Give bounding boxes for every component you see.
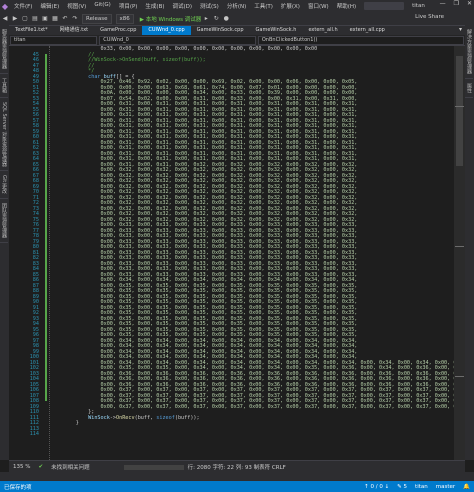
start-debugging-button[interactable]: ▶ 本地 Windows 调试器 <box>140 15 202 23</box>
window-controls: — ❐ ✕ <box>440 0 472 7</box>
attach-icon[interactable]: ▸ <box>203 15 210 22</box>
open-folder-icon[interactable]: ▤ <box>32 15 39 22</box>
horizontal-scrollbar[interactable] <box>123 464 184 470</box>
function-scope-dropdown[interactable]: OnBnClickedButton1() <box>257 35 464 45</box>
code-token: WinSock <box>88 414 110 421</box>
visual-studio-logo-icon: ◆ <box>1 1 9 11</box>
menu-item[interactable]: 生成(B) <box>141 2 168 10</box>
sql-server-explorer-tab[interactable]: SQL Server 对象资源管理器 <box>0 98 8 172</box>
right-tool-strip: 解决方案资源管理器 属性 <box>465 25 474 460</box>
menu-item[interactable]: 分析(N) <box>223 2 250 10</box>
scroll-marker <box>455 246 464 247</box>
menu-item[interactable]: 帮助(H) <box>333 2 360 10</box>
pending-changes[interactable]: ✎ 5 <box>397 484 407 490</box>
menu-item[interactable]: 编辑(E) <box>36 2 63 10</box>
tab-extern-all-h[interactable]: extern_all.h <box>302 26 343 35</box>
maximize-button[interactable]: ❐ <box>454 0 459 7</box>
notifications-icon[interactable]: 🔔 <box>463 484 470 490</box>
back-icon[interactable]: ◀ <box>2 15 9 22</box>
live-share-button[interactable]: Live Share <box>415 14 444 20</box>
menu-item[interactable]: 工具(T) <box>250 2 277 10</box>
code-editor[interactable]: 0x33, 0x00, 0x00, 0x00, 0x00, 0x00, 0x00… <box>9 46 454 460</box>
document-tabs: TextFile1.txt* 网络通信.txt GameProc.cpp CUIWnd… <box>9 26 465 35</box>
close-button[interactable]: ✕ <box>467 0 472 7</box>
server-explorer-tab[interactable]: 服务器资源管理器 <box>0 25 8 74</box>
tab-list-dropdown-icon[interactable]: ▾ <box>459 26 462 33</box>
platform-dropdown[interactable]: x86 <box>115 13 134 24</box>
class-scope-dropdown[interactable]: CUIWnd_0 <box>99 35 256 45</box>
menu-item[interactable]: 测试(S) <box>196 2 223 10</box>
code-token: sizeof <box>156 414 175 421</box>
cursor-position: 行: 2080 字符: 22 列: 93 制表符 CRLF <box>187 465 286 471</box>
panel-separator <box>0 472 474 481</box>
menu-bar: ◆ 文件(F) 编辑(E) 视图(V) Git(G) 项目(P) 生成(B) 调试(D) 测试… <box>0 0 474 12</box>
scroll-marker <box>455 376 464 377</box>
tab-gamewinsock-h[interactable]: GameWinSock.h <box>250 26 303 35</box>
breakpoint-icon[interactable]: ● <box>223 15 230 22</box>
tab-extern-all-cpp[interactable]: extern_all.cpp <box>344 26 391 35</box>
vertical-scrollbar[interactable] <box>454 46 465 460</box>
code-line[interactable]: 114 <box>9 431 454 438</box>
tab--txt[interactable]: 网络通信.txt <box>54 26 94 35</box>
toolbox-tab[interactable]: 工具箱 <box>0 74 8 98</box>
navigation-bar: titan CUIWnd_0 OnBnClickedButton1() <box>9 35 465 46</box>
hot-reload-icon[interactable]: ↻ <box>213 15 220 22</box>
code-token: } <box>51 420 79 426</box>
redo-icon[interactable]: ↷ <box>72 15 79 22</box>
git-changes-tab[interactable]: Git 更改 <box>0 171 8 200</box>
team-explorer-tab[interactable]: 团队资源管理器 <box>0 199 8 244</box>
properties-tab[interactable]: 属性 <box>465 79 473 98</box>
tab-gameproc-cpp[interactable]: GameProc.cpp <box>94 26 142 35</box>
configuration-dropdown[interactable]: Release <box>82 13 112 24</box>
branch-name[interactable]: master <box>436 484 455 490</box>
status-bar: 已保存的项 ↑ 0 / 0 ↓ ✎ 5 titan master 🔔 <box>0 481 474 492</box>
solution-explorer-tab[interactable]: 解决方案资源管理器 <box>465 25 473 79</box>
check-icon: ✔ <box>38 464 44 470</box>
code-token: (buff, <box>134 414 157 421</box>
tab-cuiwnd-0-cpp[interactable]: CUIWnd_0.cpp <box>142 26 191 35</box>
save-all-icon[interactable]: ▦ <box>52 15 59 22</box>
undo-icon[interactable]: ↶ <box>62 15 69 22</box>
scroll-marker <box>455 106 464 107</box>
menu-item[interactable]: 窗口(W) <box>304 2 333 10</box>
repo-name[interactable]: titan <box>415 484 428 490</box>
tab-textfile1-txt-[interactable]: TextFile1.txt* <box>9 26 54 35</box>
project-scope-dropdown[interactable]: titan <box>10 35 98 45</box>
status-message: 已保存的项 <box>4 484 32 491</box>
issues-status[interactable]: 未找到相关问题 <box>47 463 94 471</box>
menu-item[interactable]: 文件(F) <box>10 2 36 10</box>
project-name: titan <box>412 3 425 9</box>
new-file-icon[interactable]: ▢ <box>22 15 29 22</box>
code-token: 0x00, 0x37, 0x00, 0x37, 0x00, 0x37, 0x00… <box>51 403 454 410</box>
menu-item[interactable]: 视图(V) <box>63 2 90 10</box>
code-token: (buff)); <box>174 414 200 421</box>
minimize-button[interactable]: — <box>440 0 446 7</box>
menu-item[interactable]: 项目(P) <box>115 2 142 10</box>
line-number: 114 <box>29 431 39 437</box>
menu-item[interactable]: Git(G) <box>90 2 115 10</box>
save-icon[interactable]: ▣ <box>42 15 49 22</box>
zoom-level[interactable]: 135 % <box>9 464 34 470</box>
forward-icon[interactable]: ▶ <box>12 15 19 22</box>
menu-item[interactable]: 扩展(X) <box>277 2 304 10</box>
code-token: OnRecv <box>116 414 135 421</box>
menu-item[interactable]: 调试(D) <box>169 2 197 10</box>
search-box[interactable] <box>364 2 405 10</box>
tab-gamewinsock-cpp[interactable]: GameWinSock.cpp <box>191 26 250 35</box>
left-tool-strip: 服务器资源管理器 工具箱 SQL Server 对象资源管理器 Git 更改 团… <box>0 25 9 460</box>
sync-status[interactable]: ↑ 0 / 0 ↓ <box>364 484 389 490</box>
scrollbar-thumb[interactable] <box>456 56 463 166</box>
toolbar: ◀ ▶ ▢ ▤ ▣ ▦ ↶ ↷ Release x86 ▶ 本地 Windows… <box>0 12 474 26</box>
